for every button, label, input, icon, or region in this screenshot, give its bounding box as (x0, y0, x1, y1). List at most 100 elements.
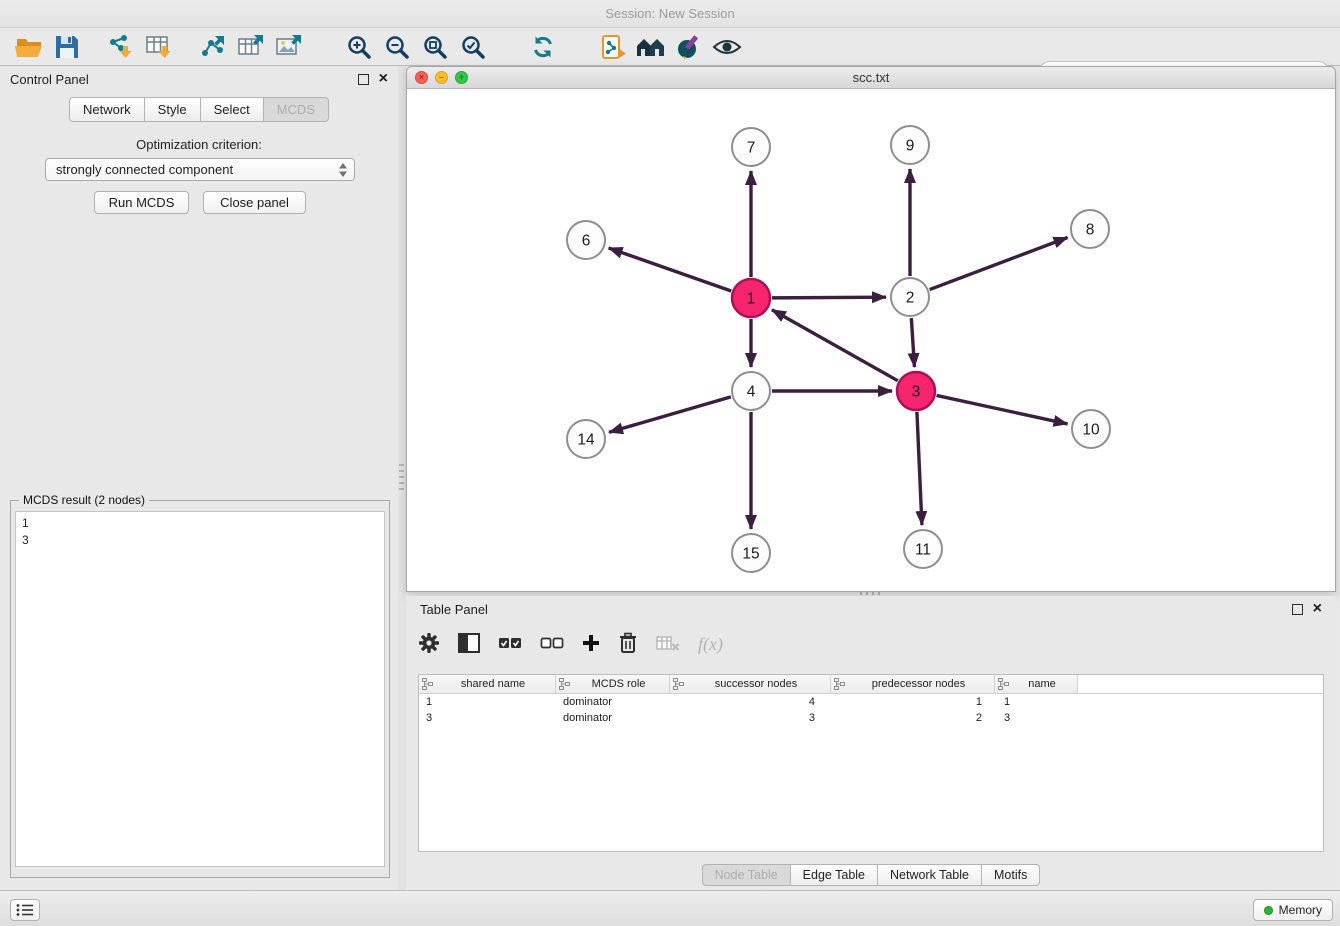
graph-node-9[interactable]: 9 (891, 126, 929, 164)
create-column-button[interactable] (582, 634, 600, 655)
graph-edge-3-11[interactable] (917, 412, 922, 525)
export-network-button[interactable] (194, 30, 232, 64)
zoom-selected-button[interactable] (454, 30, 492, 64)
window-close-button[interactable]: × (415, 71, 428, 84)
tab-style[interactable]: Style (145, 97, 201, 122)
table-row[interactable]: 3dominator323 (419, 710, 1323, 726)
tab-network-table[interactable]: Network Table (878, 864, 982, 886)
node-table: shared name MCDS role successor nodes pr… (418, 674, 1324, 852)
export-image-button[interactable] (270, 30, 308, 64)
show-hide-graphics-button[interactable] (708, 30, 746, 64)
svg-text:3: 3 (912, 383, 921, 400)
mcds-result-box[interactable]: 13 (15, 511, 385, 867)
save-session-button[interactable] (48, 30, 86, 64)
table-body: 1dominator4113dominator323 (419, 694, 1323, 726)
network-window-title: scc.txt (407, 70, 1335, 85)
graph-node-3[interactable]: 3 (897, 372, 935, 410)
criterion-dropdown[interactable]: strongly connected component (45, 158, 355, 181)
table-cell[interactable]: dominator (556, 694, 670, 710)
column-header-shared-name[interactable]: shared name (419, 675, 556, 693)
table-cell[interactable]: dominator (556, 710, 670, 726)
tab-network[interactable]: Network (69, 97, 145, 122)
table-cell[interactable]: 4 (670, 694, 831, 710)
float-panel-icon[interactable] (358, 74, 369, 85)
network-window-titlebar[interactable]: scc.txt × – + (407, 67, 1335, 89)
delete-table-button[interactable] (656, 635, 680, 654)
column-header-predecessor-nodes[interactable]: predecessor nodes (831, 675, 995, 693)
table-cell[interactable]: 1 (419, 694, 556, 710)
table-panel-header[interactable]: Table Panel × (406, 596, 1336, 622)
graph-edge-1-6[interactable] (609, 248, 732, 291)
graph-node-15[interactable]: 15 (732, 534, 770, 572)
tab-select[interactable]: Select (201, 97, 264, 122)
import-network-button[interactable] (102, 30, 140, 64)
control-panel-header[interactable]: Control Panel × (0, 66, 398, 92)
column-header-successor-nodes[interactable]: successor nodes (670, 675, 831, 693)
zoom-out-button[interactable] (378, 30, 416, 64)
window-zoom-button[interactable]: + (455, 71, 468, 84)
select-all-rows-button[interactable] (498, 636, 522, 653)
graph-node-2[interactable]: 2 (891, 278, 929, 316)
delete-column-button[interactable] (618, 632, 638, 657)
graph-node-11[interactable]: 11 (904, 530, 942, 568)
annotation-pen-icon (675, 33, 703, 61)
column-settings-button[interactable] (418, 632, 440, 657)
zoom-in-button[interactable] (340, 30, 378, 64)
table-row[interactable]: 1dominator411 (419, 694, 1323, 710)
run-mcds-button[interactable]: Run MCDS (94, 191, 189, 214)
graph-edge-3-1[interactable] (772, 310, 898, 381)
deselect-all-rows-button[interactable] (540, 636, 564, 653)
table-cell[interactable]: 1 (831, 694, 995, 710)
show-columns-button[interactable] (458, 633, 480, 656)
optimization-criterion-label: Optimization criterion: (0, 137, 398, 152)
graph-node-10[interactable]: 10 (1072, 410, 1110, 448)
graph-edge-3-10[interactable] (937, 395, 1068, 423)
table-cell[interactable]: 2 (831, 710, 995, 726)
graph-node-14[interactable]: 14 (567, 420, 605, 458)
table-cell[interactable]: 1 (995, 694, 1078, 710)
new-network-from-selection-button[interactable] (594, 30, 632, 64)
close-panel-button[interactable]: Close panel (203, 191, 306, 214)
table-cell[interactable]: 3 (670, 710, 831, 726)
svg-text:6: 6 (582, 232, 591, 249)
vertical-splitter[interactable] (398, 66, 406, 890)
column-header-mcds-role[interactable]: MCDS role (556, 675, 670, 693)
tab-edge-table[interactable]: Edge Table (791, 864, 878, 886)
function-builder-button[interactable]: f(x) (698, 634, 723, 655)
graph-node-4[interactable]: 4 (732, 372, 770, 410)
import-table-button[interactable] (140, 30, 178, 64)
window-minimize-button[interactable]: – (435, 71, 448, 84)
graph-edge-1-2[interactable] (772, 297, 886, 298)
refresh-layout-button[interactable] (524, 30, 562, 64)
unchecked-squares-icon (540, 636, 564, 650)
export-image-icon (274, 33, 304, 61)
table-cell[interactable]: 3 (419, 710, 556, 726)
svg-text:11: 11 (915, 541, 931, 558)
memory-button[interactable]: Memory (1253, 899, 1333, 921)
tab-node-table[interactable]: Node Table (702, 864, 791, 886)
float-table-panel-icon[interactable] (1292, 604, 1303, 615)
graph-node-6[interactable]: 6 (567, 221, 605, 259)
graph-edge-2-3[interactable] (911, 318, 914, 367)
table-cell[interactable]: 3 (995, 710, 1078, 726)
tab-mcds[interactable]: MCDS (264, 97, 329, 122)
annotation-mode-button[interactable] (670, 30, 708, 64)
open-file-button[interactable] (10, 30, 48, 64)
column-tree-icon (422, 678, 434, 690)
zoom-fit-button[interactable] (416, 30, 454, 64)
criterion-value: strongly connected component (56, 162, 233, 177)
app-titlebar[interactable]: Session: New Session (0, 0, 1340, 28)
graph-node-1[interactable]: 1 (732, 279, 770, 317)
network-canvas[interactable]: 7 9 6 8 1 2 4 3 14 10 15 11 (407, 89, 1335, 591)
graph-node-8[interactable]: 8 (1071, 210, 1109, 248)
first-neighbors-button[interactable] (632, 30, 670, 64)
column-header-name[interactable]: name (995, 675, 1078, 693)
graph-node-7[interactable]: 7 (732, 128, 770, 166)
close-panel-icon[interactable]: × (379, 71, 388, 87)
task-history-button[interactable] (10, 899, 40, 921)
graph-edge-2-8[interactable] (930, 237, 1068, 289)
export-table-button[interactable] (232, 30, 270, 64)
tab-motifs[interactable]: Motifs (982, 864, 1040, 886)
graph-edge-4-14[interactable] (609, 397, 731, 432)
close-table-panel-icon[interactable]: × (1313, 601, 1322, 617)
